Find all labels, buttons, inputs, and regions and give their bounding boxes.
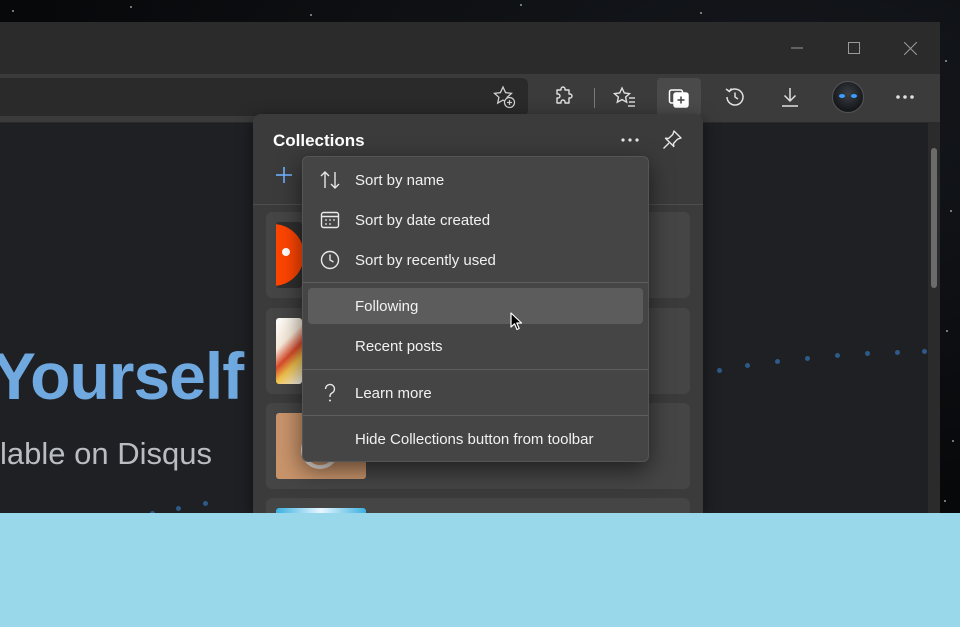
pin-button[interactable] [657,126,687,154]
sort-arrows-icon [319,169,341,191]
menu-item-recent-posts[interactable]: Recent posts [308,328,643,364]
downloads-button[interactable] [768,78,812,116]
menu-item-hide-collections-button[interactable]: Hide Collections button from toolbar [308,421,643,457]
settings-more-button[interactable] [883,78,927,116]
menu-divider [303,415,648,416]
menu-divider [303,369,648,370]
download-icon [782,88,798,107]
collection-card[interactable] [266,498,690,513]
address-bar[interactable] [0,78,528,116]
scrollbar-thumb[interactable] [931,148,937,288]
menu-item-label: Sort by date created [355,211,491,229]
menu-item-label: Hide Collections button from toolbar [355,430,594,448]
page-scrollbar[interactable] [928,123,940,513]
collection-thumbnail [276,318,302,384]
plus-icon [276,167,292,183]
menu-item-sort-by-name[interactable]: Sort by name [308,162,643,198]
toolbar-separator [594,88,595,108]
menu-item-following[interactable]: Following [308,288,643,324]
calendar-icon [319,209,341,231]
desktop-background-band [0,513,960,627]
close-button[interactable] [882,22,939,74]
menu-item-label: Following [355,297,419,315]
menu-item-label: Recent posts [355,337,443,355]
extensions-button[interactable] [542,78,586,116]
page-subline: lable on Disqus [0,436,212,471]
history-icon [725,88,744,106]
add-favorite-button[interactable] [482,78,526,116]
title-bar [0,22,940,74]
star-add-icon [493,85,516,109]
collections-icon [668,89,689,108]
favorites-button[interactable] [603,78,647,116]
question-icon [319,382,341,404]
profile-button[interactable] [826,78,870,116]
menu-divider [303,282,648,283]
maximize-icon [847,42,860,54]
panel-title: Collections [273,131,365,150]
favorites-icon [613,86,635,107]
history-button[interactable] [713,78,757,116]
maximize-button[interactable] [825,22,882,74]
menu-item-label: Sort by name [355,171,445,189]
puzzle-icon [556,86,573,104]
menu-item-label: Sort by recently used [355,251,496,269]
clock-icon [319,249,341,271]
menu-item-learn-more[interactable]: Learn more [308,375,643,411]
ellipsis-icon [896,95,914,99]
minimize-button[interactable] [768,22,825,74]
collections-button[interactable] [657,78,701,116]
menu-item-sort-by-date-created[interactable]: Sort by date created [308,202,643,238]
close-icon [904,41,917,55]
page-headline: Yourself [0,339,244,413]
minimize-icon [790,47,803,49]
mouse-cursor-icon [510,312,523,331]
add-collection-button[interactable] [271,162,297,188]
menu-item-sort-by-recently-used[interactable]: Sort by recently used [308,242,643,278]
avatar [832,81,864,113]
panel-more-button[interactable] [615,126,645,154]
collection-thumbnail [276,222,302,288]
pin-icon [663,130,682,149]
collections-context-menu: Sort by name Sort by date created Sort b… [302,156,649,462]
menu-item-label: Learn more [355,384,432,402]
ellipsis-icon [621,138,639,142]
